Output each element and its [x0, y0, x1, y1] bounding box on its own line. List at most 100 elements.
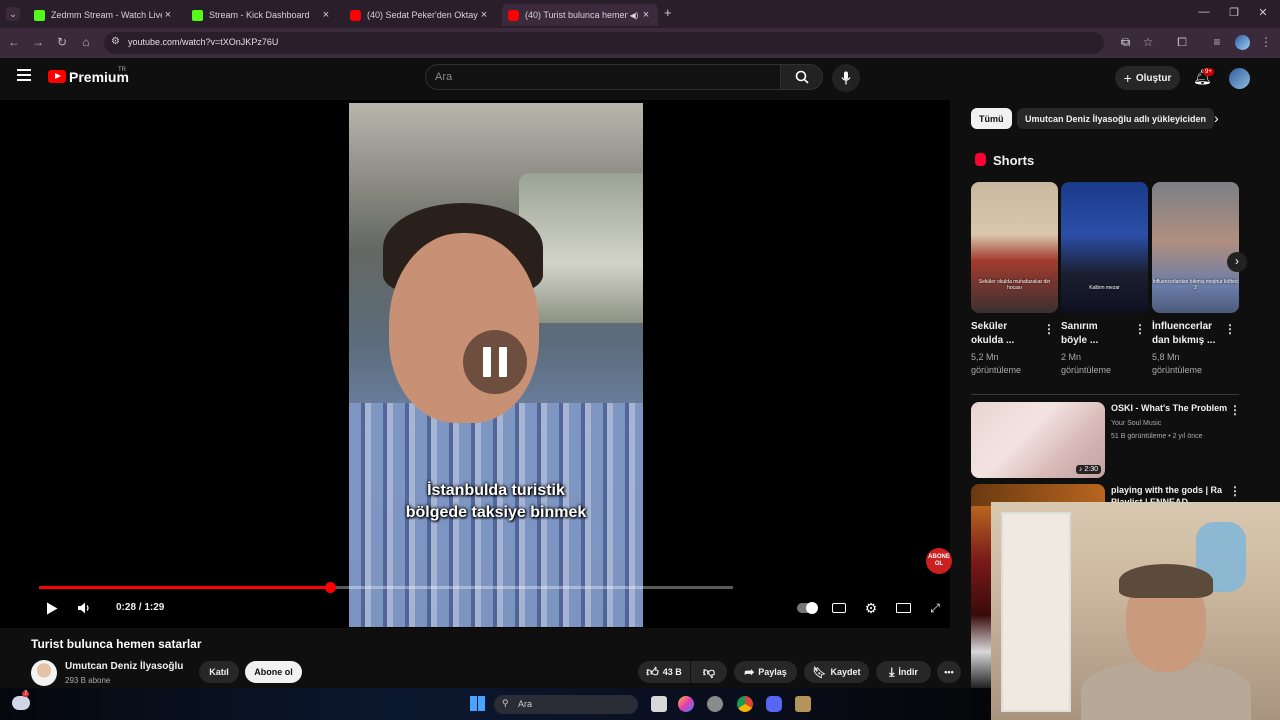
tab-turist-bulunca[interactable]: (40) Turist bulunca hemen sa ◀) × [502, 4, 658, 26]
join-button[interactable]: Katıl [199, 661, 239, 683]
theater-icon [895, 603, 911, 613]
voice-search-button[interactable] [832, 64, 860, 92]
short-menu-icon[interactable]: ⋮ [1134, 322, 1146, 336]
search-input[interactable]: Ara [425, 64, 781, 90]
create-button[interactable]: + Oluştur [1115, 66, 1180, 90]
short-title-3[interactable]: İnfluencerlar dan bıkmış ... [1152, 320, 1222, 348]
browser-toolbar: ← → ↻ ⌂ ⚙ youtube.com/watch?v=tXOnJKPz76… [0, 28, 1280, 58]
reload-icon[interactable]: ↻ [54, 35, 70, 49]
like-button[interactable]: 👍︎ 43 B [638, 661, 690, 683]
settings-button[interactable]: ⚙ [860, 598, 882, 618]
short-title-1[interactable]: Seküler okulda ... [971, 320, 1041, 348]
taskbar-search-input[interactable]: ⚲ Ara [494, 695, 638, 714]
account-avatar[interactable] [1229, 68, 1250, 89]
short-title-line: dan bıkmış ... [1152, 335, 1216, 346]
start-windows-icon[interactable] [470, 696, 485, 711]
task-view-icon[interactable] [651, 696, 667, 712]
home-icon[interactable]: ⌂ [78, 35, 94, 49]
new-tab-button[interactable]: + [664, 5, 672, 20]
like-count: 43 B [662, 667, 682, 677]
webcam-overlay [991, 502, 1280, 720]
channel-name[interactable]: Umutcan Deniz İlyasoğlu [65, 661, 183, 672]
tab-sedat-peker[interactable]: (40) Sedat Peker'den Oktay Kay × [344, 4, 496, 26]
speaker-icon[interactable]: ◀) [628, 11, 640, 20]
short-thumbnail-1[interactable]: Seküler okulda muhafazakar din hocası [971, 182, 1058, 313]
save-label: Kaydet [830, 667, 861, 677]
video-player[interactable]: İstanbulda turistik bölgede taksiye binm… [0, 100, 952, 628]
install-icon[interactable]: ⧉ [1118, 35, 1134, 50]
subtitles-button[interactable] [828, 598, 850, 618]
subscriber-count: 293 B abone [65, 676, 111, 685]
dislike-button[interactable]: 👎︎ [691, 661, 727, 683]
recommended-title-1[interactable]: OSKI - What's The Problem [1111, 402, 1231, 414]
minimize-icon[interactable]: — [1194, 6, 1214, 18]
settings-app-icon[interactable] [707, 696, 723, 712]
abone-badge-line-2: OL [934, 561, 944, 567]
short-title-line: Sanırım [1061, 321, 1098, 332]
subscribe-button[interactable]: Abone ol [245, 661, 302, 683]
recommended-channel-1[interactable]: Your Soul Music [1111, 418, 1161, 429]
close-icon[interactable]: × [320, 9, 332, 21]
autoplay-toggle[interactable] [796, 598, 818, 618]
progress-scrubber-handle[interactable] [325, 582, 337, 593]
mute-button[interactable] [74, 598, 96, 618]
extensions-icon[interactable]: ⧠ [1174, 35, 1190, 50]
shorts-heading: Shorts [993, 153, 1035, 168]
recommended-thumbnail-partial[interactable] [971, 506, 991, 688]
window-close-icon[interactable]: ✕ [1253, 6, 1273, 19]
tab-search-icon[interactable]: ⌄ [6, 7, 20, 21]
download-label: İndir [898, 667, 918, 677]
download-button[interactable]: ⤓ İndir [876, 661, 931, 683]
short-title-line: okulda ... [971, 335, 1015, 346]
back-icon[interactable]: ← [6, 35, 22, 49]
close-icon[interactable]: × [640, 9, 652, 21]
short-title-2[interactable]: Sanırım böyle ... [1061, 320, 1131, 348]
recommended-menu-icon[interactable]: ⋮ [1229, 484, 1241, 498]
site-info-icon[interactable]: ⚙ [111, 36, 120, 47]
chevron-right-icon[interactable]: › [1214, 110, 1219, 126]
subscribe-watermark-badge[interactable]: ABONE OL [926, 548, 952, 574]
recommended-menu-icon[interactable]: ⋮ [1229, 403, 1241, 417]
short-menu-icon[interactable]: ⋮ [1224, 322, 1236, 336]
close-icon[interactable]: × [478, 9, 490, 21]
tab-kick-dashboard[interactable]: Stream - Kick Dashboard × [186, 4, 338, 26]
profile-avatar[interactable] [1235, 35, 1250, 50]
league-client-icon[interactable] [795, 696, 811, 712]
short-thumbnail-2[interactable]: Kalbim mezar [1061, 182, 1148, 313]
short-thumbnail-3[interactable]: İnfluencerlardan bıkmış meşhur köfteci 2 [1152, 182, 1239, 313]
play-button[interactable] [41, 598, 63, 618]
chip-all[interactable]: Tümü [971, 108, 1012, 129]
pause-overlay-icon[interactable] [463, 330, 527, 394]
recommended-title-2[interactable]: playing with the gods | Ra Playlist | EN… [1111, 484, 1231, 504]
more-actions-button[interactable]: ••• [937, 661, 961, 683]
browser-menu-icon[interactable]: ⋮ [1258, 35, 1274, 49]
guide-menu-icon[interactable] [17, 69, 31, 81]
youtube-icon [508, 9, 519, 21]
shorts-next-button[interactable]: › [1227, 252, 1247, 272]
save-button[interactable]: 🔖︎ Kaydet [804, 661, 869, 683]
chrome-icon[interactable] [737, 696, 753, 712]
tab-title: Stream - Kick Dashboard [209, 10, 310, 20]
channel-avatar[interactable] [31, 660, 57, 686]
recommended-thumbnail-1[interactable]: ♪ 2:30 [971, 402, 1105, 478]
progress-bar[interactable] [39, 582, 733, 593]
fullscreen-button[interactable]: ⤢ [924, 598, 946, 618]
close-icon[interactable]: × [162, 9, 174, 21]
address-bar[interactable]: ⚙ youtube.com/watch?v=tXOnJKPz76U ▭ [104, 32, 1130, 54]
youtube-logo-icon[interactable] [48, 70, 66, 83]
share-button[interactable]: ➦ Paylaş [734, 661, 797, 683]
video-caption: İstanbulda turistik bölgede taksiye binm… [349, 480, 643, 524]
short-menu-icon[interactable]: ⋮ [1043, 322, 1055, 336]
theater-mode-button[interactable] [892, 598, 914, 618]
chip-uploader[interactable]: Umutcan Deniz İlyasoğlu adlı yükleyicide… [1017, 108, 1215, 129]
discord-icon[interactable] [766, 696, 782, 712]
weather-icon[interactable] [12, 696, 30, 710]
kick-icon [192, 9, 203, 21]
forward-icon[interactable]: → [30, 35, 46, 49]
search-button[interactable] [781, 64, 823, 90]
tab-zedmm-stream[interactable]: Zedmm Stream - Watch Live on × [28, 4, 180, 26]
restore-icon[interactable]: ❐ [1224, 6, 1244, 19]
bookmark-star-icon[interactable]: ☆ [1140, 35, 1156, 49]
copilot-icon[interactable] [678, 696, 694, 712]
media-control-icon[interactable]: ≡ [1209, 35, 1225, 49]
